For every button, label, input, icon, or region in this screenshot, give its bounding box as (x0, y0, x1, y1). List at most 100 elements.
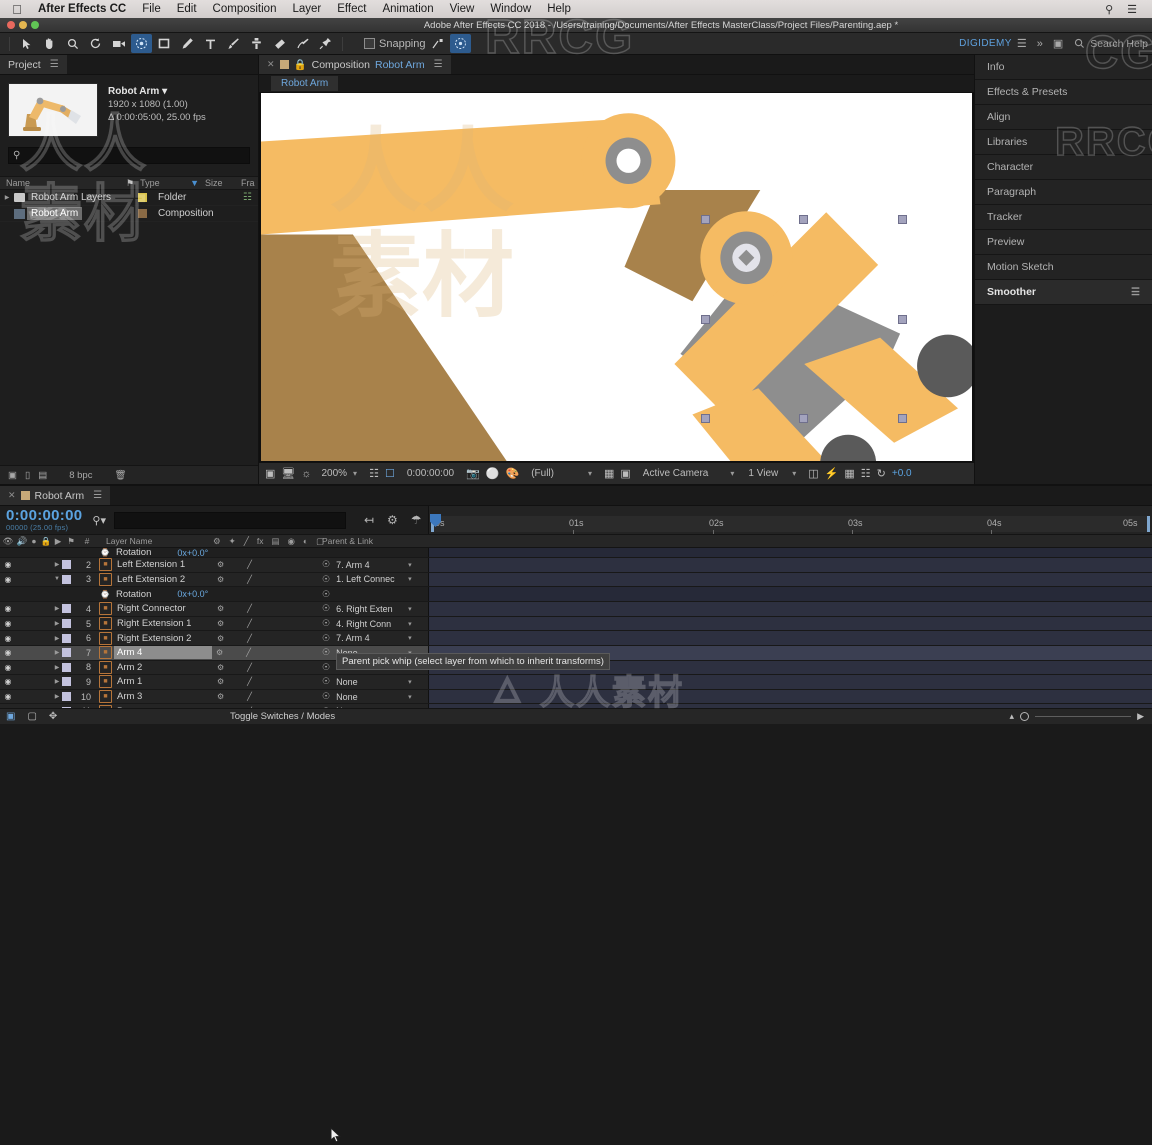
switch-quality-icon[interactable]: ╱ (247, 619, 252, 628)
camera-tool-icon[interactable] (108, 34, 129, 53)
layer-expand-icon[interactable]: ▶ (52, 561, 62, 568)
exposure-value[interactable]: +0.0 (892, 468, 912, 479)
timeline-panel-icon[interactable]: ▦ (844, 467, 854, 480)
project-row-folder[interactable]: ▶ Robot Arm Layers Folder ☷ (0, 190, 258, 206)
layer-switches[interactable]: ⚙╱ (217, 575, 313, 584)
composition-canvas[interactable] (261, 93, 972, 461)
layer-expand-icon[interactable]: ▶ (52, 620, 62, 627)
switch-3d-icon[interactable]: ⚙ (217, 634, 224, 643)
current-time-value[interactable]: 0:00:00:00 (407, 468, 454, 479)
workspace-name[interactable]: DIGIDEMY (959, 38, 1012, 49)
layer-name[interactable]: Left Extension 2 (117, 574, 213, 585)
camera-dropdown-icon[interactable]: ▾ (730, 469, 734, 478)
layer-name[interactable]: Right Connector (117, 603, 213, 614)
layer-label-swatch[interactable] (62, 604, 71, 614)
zoom-slider-track[interactable] (1035, 716, 1132, 717)
menu-item-edit[interactable]: Edit (169, 3, 205, 15)
sidebar-item-character[interactable]: Character (975, 155, 1152, 180)
project-item-name[interactable]: Robot Arm ▾ (108, 85, 206, 98)
layer-row-left-extension-2[interactable]: ◉ ▼ 3 ■ Left Extension 2 ⚙ ╱ ☉ 1. Left Co… (0, 572, 1152, 588)
layer-label-swatch[interactable] (62, 574, 71, 584)
composition-panel-menu-icon[interactable]: ☰ (434, 59, 443, 70)
switch-effects-icon[interactable]: fx (257, 536, 264, 547)
switch-3d-icon[interactable]: ⚙ (216, 648, 223, 657)
parent-pick-whip-icon[interactable]: ☉ (322, 603, 330, 614)
zoom-tool-icon[interactable] (62, 34, 83, 53)
layer-track[interactable] (428, 548, 1152, 557)
layer-switches[interactable]: ⚙╱ (217, 619, 313, 628)
sidebar-item-preview[interactable]: Preview (975, 230, 1152, 255)
layer-switches[interactable]: ⚙╱ (216, 648, 312, 657)
zoom-level-value[interactable]: 200% (321, 468, 347, 479)
column-solo-icon[interactable]: ● (28, 536, 40, 546)
sidebar-item-libraries[interactable]: Libraries (975, 130, 1152, 155)
layer-track[interactable] (428, 616, 1152, 631)
menu-item-window[interactable]: Window (482, 3, 539, 15)
layer-expand-icon[interactable]: ▶ (52, 635, 62, 642)
layer-row-right-extension-1[interactable]: ◉ ▶ 5 ■ Right Extension 1 ⚙ ╱ ☉ 4. Right … (0, 616, 1152, 632)
layer-parent-cell[interactable]: ☉ 7. Arm 4 ▾ (322, 559, 418, 570)
tab-project[interactable]: Project ☰ (0, 55, 67, 74)
property-value[interactable]: 0x+0.0° (177, 589, 208, 599)
folder-expand-icon[interactable]: ▶ (0, 194, 14, 201)
layer-switches[interactable]: ⚙╱ (217, 560, 313, 569)
draft-3d-icon[interactable]: ⚙ (387, 513, 398, 527)
selection-tool-icon[interactable] (16, 34, 37, 53)
selection-handle-top-left[interactable] (701, 215, 710, 224)
views-value[interactable]: 1 View (748, 468, 778, 479)
toggle-switches-modes-icon[interactable]: ▣ (0, 711, 21, 722)
parent-dropdown-icon[interactable]: ▾ (408, 620, 412, 628)
zoom-dropdown-icon[interactable]: ▾ (353, 469, 357, 478)
selection-handle-top-right[interactable] (898, 215, 907, 224)
views-dropdown-icon[interactable]: ▾ (792, 469, 796, 478)
main-viewer-icon[interactable]: 🖥 (281, 467, 295, 480)
parent-pick-whip-icon[interactable]: ☉ (322, 662, 330, 673)
layer-row-right-extension-2[interactable]: ◉ ▶ 6 ■ Right Extension 2 ⚙ ╱ ☉ 7. Arm 4 … (0, 631, 1152, 646)
parent-pick-whip-icon[interactable]: ☉ (322, 559, 330, 570)
selection-handle-middle-left[interactable] (701, 315, 710, 324)
layer-expand-icon[interactable]: ▶ (52, 693, 62, 700)
close-tab-icon[interactable]: ✕ (8, 490, 16, 501)
sidebar-item-motion-sketch[interactable]: Motion Sketch (975, 255, 1152, 280)
breadcrumb-item-robot-arm[interactable]: Robot Arm (271, 76, 339, 91)
parent-pick-whip-icon[interactable]: ☉ (322, 676, 330, 687)
layer-property-row-rotation[interactable]: ⌚ Rotation 0x+0.0° ☉ (0, 587, 1152, 603)
layer-visibility-toggle[interactable]: ◉ (0, 677, 16, 686)
switch-3d-icon[interactable]: ⚙ (217, 619, 224, 628)
column-parent-link-header[interactable]: Parent & Link (322, 536, 373, 546)
fast-previews-icon[interactable]: ⚡ (825, 467, 839, 480)
layer-label-swatch[interactable] (62, 648, 71, 658)
layer-switches[interactable]: ⚙╱ (217, 677, 313, 686)
project-column-name[interactable]: Name (0, 178, 126, 188)
switch-quality-icon[interactable]: ╱ (247, 560, 252, 569)
layer-switches[interactable]: ⚙╱ (217, 634, 313, 643)
new-folder-icon[interactable]: ▯ (25, 470, 30, 481)
lock-icon[interactable]: 🔒 (294, 58, 307, 71)
parent-dropdown-icon[interactable]: ▾ (408, 561, 412, 569)
column-lock-icon[interactable]: 🔒 (40, 536, 52, 547)
column-audio-icon[interactable]: 🔊 (16, 536, 28, 547)
timeline-zoom-slider[interactable]: ▴ ▶ (1010, 711, 1144, 722)
tab-timeline-robot-arm[interactable]: ✕ Robot Arm ☰ (0, 486, 111, 505)
reset-exposure-icon[interactable]: ↻ (877, 467, 886, 480)
layer-parent-cell[interactable]: ☉ 6. Right Exten ▾ (322, 603, 418, 614)
switch-quality-icon[interactable]: ╱ (246, 648, 251, 657)
layer-visibility-toggle[interactable]: ◉ (0, 692, 16, 701)
menu-item-help[interactable]: Help (539, 3, 579, 15)
column-shy-icon[interactable]: ▶ (52, 536, 64, 547)
tab-composition-robot-arm[interactable]: ✕ 🔒 Composition Robot Arm ☰ (259, 55, 451, 74)
column-video-eye-icon[interactable]: 👁 (0, 536, 16, 547)
workspace-overflow-icon[interactable]: » (1032, 38, 1048, 50)
layer-track[interactable] (428, 558, 1152, 572)
layer-visibility-toggle[interactable]: ◉ (0, 560, 16, 569)
parent-dropdown-icon[interactable]: ▾ (408, 575, 412, 583)
eraser-tool-icon[interactable] (269, 34, 290, 53)
layer-expand-icon[interactable]: ▶ (52, 605, 62, 612)
parent-dropdown-icon[interactable]: ▾ (408, 678, 412, 686)
parent-dropdown-icon[interactable]: ▾ (408, 634, 412, 642)
layer-track[interactable] (428, 572, 1152, 587)
layer-parent-cell[interactable]: ☉ 7. Arm 4 ▾ (322, 633, 418, 644)
layer-visibility-toggle[interactable]: ◉ (0, 619, 16, 628)
stopwatch-icon[interactable]: ⌚ (100, 548, 110, 557)
channel-select-icon[interactable]: 🎨 (505, 467, 519, 480)
